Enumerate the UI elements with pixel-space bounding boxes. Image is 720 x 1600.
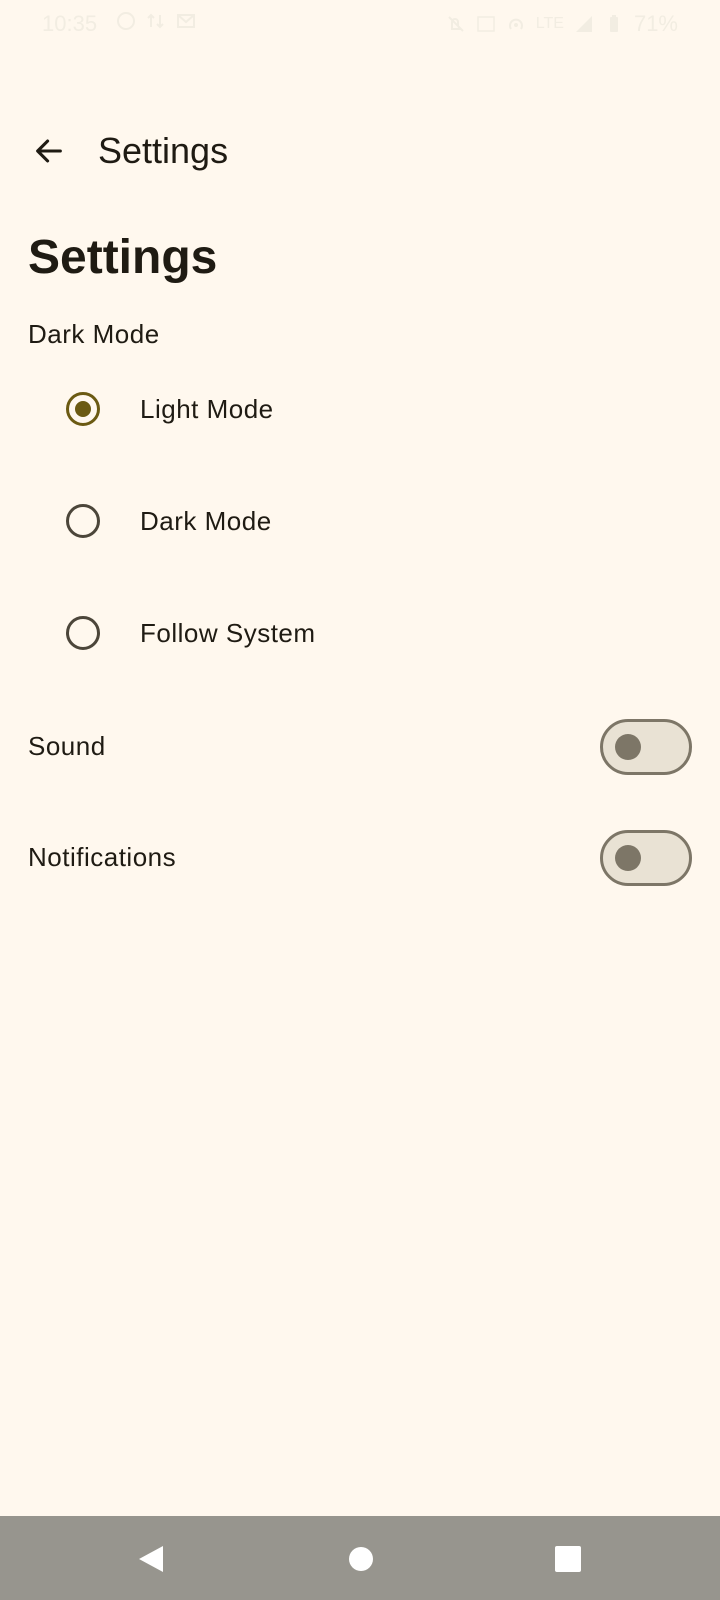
battery-icon: [609, 15, 618, 32]
hotspot-icon: [508, 18, 523, 30]
signal-arrows-icon: [147, 13, 164, 29]
radio-label: Follow System: [140, 618, 316, 648]
app-bar-title: Settings: [98, 130, 229, 171]
circle-icon: [117, 12, 135, 30]
volte-icon: [477, 16, 495, 32]
nav-home-button[interactable]: [336, 1534, 386, 1584]
setting-row-sound: Sound: [0, 691, 720, 801]
radio-label: Light Mode: [140, 394, 274, 424]
radio-label: Dark Mode: [140, 506, 272, 536]
sound-switch[interactable]: [600, 719, 692, 775]
page-title: Settings: [28, 231, 218, 284]
setting-row-notifications: Notifications: [0, 802, 720, 912]
gmail-icon: [177, 14, 195, 28]
system-nav-bar: [0, 1516, 720, 1600]
radio-button-dark-mode[interactable]: [66, 504, 100, 538]
back-triangle-icon: [139, 1546, 163, 1572]
app-bar: Settings: [0, 110, 720, 192]
radio-button-light-mode[interactable]: [66, 392, 100, 426]
radio-button-follow-system[interactable]: [66, 616, 100, 650]
nav-back-button[interactable]: [126, 1534, 176, 1584]
network-label: LTE: [535, 15, 564, 32]
back-button[interactable]: [22, 124, 76, 178]
recents-square-icon: [555, 1546, 581, 1572]
notifications-switch[interactable]: [600, 830, 692, 886]
dark-mode-section-label: Dark Mode: [28, 319, 160, 349]
switch-thumb: [615, 734, 641, 760]
notifications-label: Notifications: [28, 842, 177, 872]
status-bar: 10:35 LTE 71%: [0, 0, 720, 50]
radio-option-follow-system[interactable]: Follow System: [0, 576, 720, 686]
arrow-back-icon: [36, 139, 62, 163]
home-circle-icon: [349, 1547, 373, 1571]
radio-option-light-mode[interactable]: Light Mode: [0, 352, 720, 462]
battery-percent: 71%: [633, 11, 678, 36]
switch-thumb: [615, 845, 641, 871]
sound-label: Sound: [28, 731, 106, 761]
nav-recents-button[interactable]: [543, 1534, 593, 1584]
status-time: 10:35: [42, 11, 98, 36]
mute-icon: [448, 16, 464, 32]
radio-option-dark-mode[interactable]: Dark Mode: [0, 464, 720, 574]
signal-icon: [575, 16, 592, 32]
